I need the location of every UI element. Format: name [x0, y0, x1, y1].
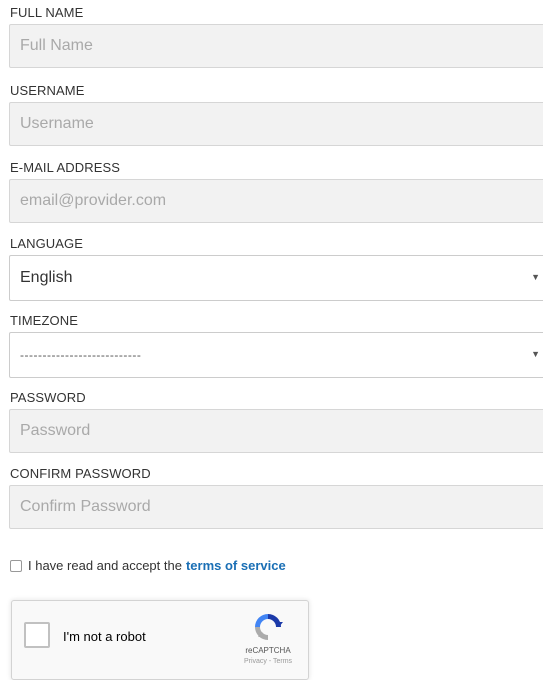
timezone-select[interactable]: --------------------------- ▼	[9, 332, 543, 378]
email-label: E-MAIL ADDRESS	[10, 160, 121, 175]
terms-of-service-link[interactable]: terms of service	[186, 558, 286, 573]
terms-agreement: I have read and accept the terms of serv…	[10, 558, 286, 573]
recaptcha-widget: I'm not a robot reCAPTCHA Privacy - Term…	[11, 600, 309, 680]
recaptcha-label: I'm not a robot	[63, 629, 146, 644]
recaptcha-privacy-terms[interactable]: Privacy - Terms	[237, 658, 299, 665]
chevron-down-icon: ▼	[531, 272, 540, 282]
terms-checkbox[interactable]	[10, 559, 22, 572]
recaptcha-logo-icon	[255, 614, 283, 640]
password-input[interactable]	[9, 409, 543, 453]
language-label: LANGUAGE	[10, 236, 84, 251]
confirm-password-label: CONFIRM PASSWORD	[10, 466, 151, 481]
username-label: USERNAME	[10, 83, 85, 98]
timezone-label: TIMEZONE	[10, 313, 78, 328]
email-input[interactable]	[9, 179, 543, 223]
terms-text: I have read and accept the	[28, 558, 182, 573]
password-label: PASSWORD	[10, 390, 86, 405]
username-input[interactable]	[9, 102, 543, 146]
full-name-label: FULL NAME	[10, 5, 84, 20]
confirm-password-input[interactable]	[9, 485, 543, 529]
language-selected-value: English	[20, 269, 73, 286]
recaptcha-checkbox[interactable]	[24, 622, 50, 648]
full-name-input[interactable]	[9, 24, 543, 68]
timezone-selected-value: ---------------------------	[20, 348, 142, 362]
recaptcha-brand: reCAPTCHA	[245, 646, 291, 655]
chevron-down-icon: ▼	[531, 349, 540, 359]
language-select[interactable]: English ▼	[9, 255, 543, 301]
